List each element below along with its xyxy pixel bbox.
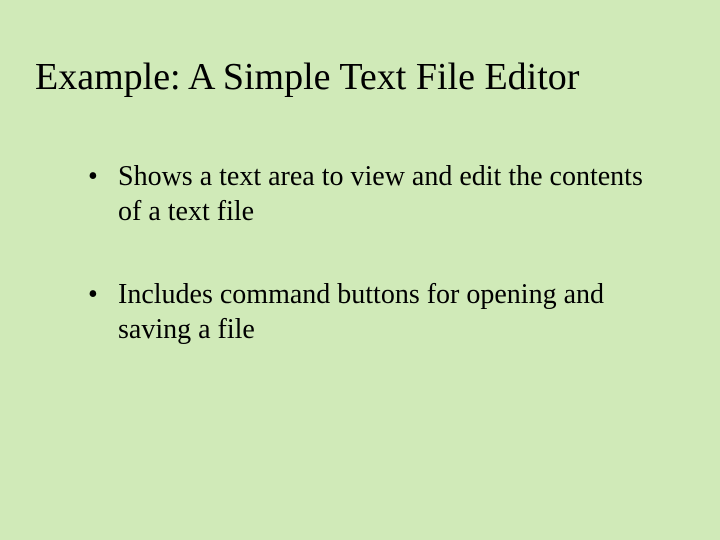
slide: Example: A Simple Text File Editor Shows… bbox=[0, 0, 720, 540]
bullet-item: Includes command buttons for opening and… bbox=[88, 277, 648, 347]
slide-title: Example: A Simple Text File Editor bbox=[35, 55, 680, 99]
bullet-list: Shows a text area to view and edit the c… bbox=[40, 159, 680, 347]
bullet-item: Shows a text area to view and edit the c… bbox=[88, 159, 648, 229]
